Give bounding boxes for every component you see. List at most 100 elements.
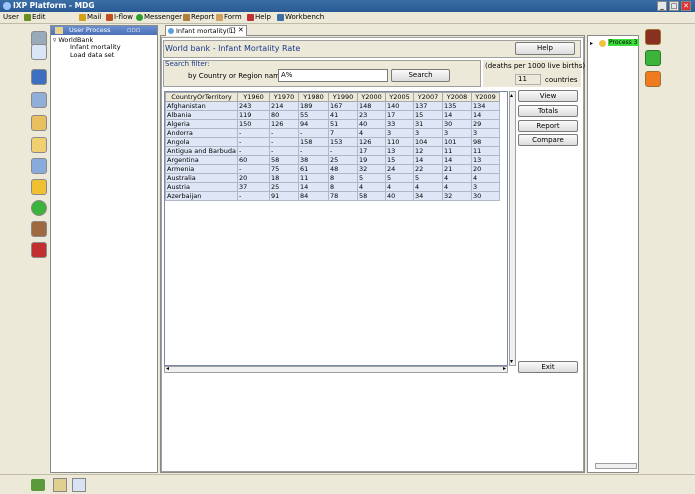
- totals-button[interactable]: Totals: [518, 105, 578, 117]
- value-cell[interactable]: -: [268, 146, 299, 156]
- maximize-button[interactable]: □: [669, 1, 679, 11]
- country-cell[interactable]: Algeria: [165, 119, 238, 129]
- value-cell[interactable]: 243: [236, 101, 270, 111]
- value-cell[interactable]: 150: [236, 119, 270, 129]
- value-cell[interactable]: 17: [384, 110, 414, 120]
- value-cell[interactable]: 60: [236, 155, 270, 165]
- value-cell[interactable]: 84: [297, 191, 329, 201]
- value-cell[interactable]: 126: [268, 119, 299, 129]
- country-cell[interactable]: Antigua and Barbuda: [165, 146, 238, 156]
- country-cell[interactable]: Angola: [165, 137, 238, 147]
- menu-iflow[interactable]: I-flow: [106, 13, 133, 21]
- value-cell[interactable]: -: [327, 146, 358, 156]
- contact-icon[interactable]: [31, 158, 47, 174]
- view-button[interactable]: View: [518, 90, 578, 102]
- value-cell[interactable]: 126: [356, 137, 386, 147]
- column-header[interactable]: Y1980: [297, 92, 329, 102]
- value-cell[interactable]: 94: [297, 119, 329, 129]
- value-cell[interactable]: -: [236, 191, 270, 201]
- value-cell[interactable]: -: [236, 164, 270, 174]
- horizontal-scrollbar[interactable]: ◂ ▸: [164, 365, 508, 373]
- menu-form[interactable]: Form: [216, 13, 242, 21]
- network-icon[interactable]: [31, 69, 47, 85]
- table-row[interactable]: Azerbaijan -91 84 78 58 40 34 32 30: [165, 191, 500, 201]
- menu-help[interactable]: Help: [247, 13, 271, 21]
- value-cell[interactable]: 48: [327, 164, 358, 174]
- value-cell[interactable]: 3: [384, 128, 414, 138]
- table-row[interactable]: Andorra - - -7 4 3 3 3 3: [165, 128, 500, 138]
- column-header[interactable]: Y1990: [327, 92, 358, 102]
- value-cell[interactable]: -: [236, 128, 270, 138]
- value-cell[interactable]: 13: [384, 146, 414, 156]
- chart-icon[interactable]: [645, 50, 661, 66]
- archive-icon[interactable]: [31, 221, 47, 237]
- value-cell[interactable]: 61: [297, 164, 329, 174]
- country-cell[interactable]: Andorra: [165, 128, 238, 138]
- table-row[interactable]: Austria 37 25 14 8 4 4 4 4 3: [165, 182, 500, 192]
- value-cell[interactable]: 30: [470, 191, 500, 201]
- value-cell[interactable]: 11: [297, 173, 329, 183]
- book-icon[interactable]: [645, 29, 661, 45]
- value-cell[interactable]: 37: [236, 182, 270, 192]
- value-cell[interactable]: 98: [470, 137, 500, 147]
- tab-infant-mortality[interactable]: Infant mortality(1) □ ✕: [165, 25, 247, 36]
- process-item[interactable]: Process 3: [608, 39, 639, 46]
- value-cell[interactable]: 21: [441, 164, 472, 174]
- table-row[interactable]: Armenia -75 61 48 32 24 22 21 20: [165, 164, 500, 174]
- value-cell[interactable]: 17: [356, 146, 386, 156]
- value-cell[interactable]: 25: [268, 182, 299, 192]
- value-cell[interactable]: 4: [441, 173, 472, 183]
- users-icon[interactable]: [31, 92, 47, 108]
- value-cell[interactable]: 153: [327, 137, 358, 147]
- value-cell[interactable]: 19: [356, 155, 386, 165]
- value-cell[interactable]: 31: [412, 119, 443, 129]
- shapes-icon[interactable]: [645, 71, 661, 87]
- right-panel-scrollbar[interactable]: [595, 463, 637, 469]
- value-cell[interactable]: 4: [356, 128, 386, 138]
- value-cell[interactable]: 140: [384, 101, 414, 111]
- value-cell[interactable]: 58: [268, 155, 299, 165]
- value-cell[interactable]: 5: [356, 173, 386, 183]
- column-header[interactable]: Y2005: [384, 92, 414, 102]
- menu-edit[interactable]: Edit: [24, 13, 46, 21]
- value-cell[interactable]: 4: [384, 182, 414, 192]
- table-row[interactable]: Antigua and Barbuda - - - -17 13 12 11 11: [165, 146, 500, 156]
- minimize-button[interactable]: _: [657, 1, 667, 11]
- value-cell[interactable]: 167: [327, 101, 358, 111]
- scroll-up-icon[interactable]: ▴: [510, 92, 513, 99]
- close-button[interactable]: ✕: [681, 1, 691, 11]
- value-cell[interactable]: 189: [297, 101, 329, 111]
- value-cell[interactable]: 14: [297, 182, 329, 192]
- search-input[interactable]: A%: [278, 69, 388, 82]
- value-cell[interactable]: 23: [356, 110, 386, 120]
- home-icon[interactable]: [31, 479, 45, 491]
- value-cell[interactable]: 91: [268, 191, 299, 201]
- menu-mail[interactable]: Mail: [79, 13, 101, 21]
- country-cell[interactable]: Austria: [165, 182, 238, 192]
- value-cell[interactable]: 38: [297, 155, 329, 165]
- value-cell[interactable]: 3: [470, 182, 500, 192]
- country-cell[interactable]: Albania: [165, 110, 238, 120]
- value-cell[interactable]: -: [268, 137, 299, 147]
- value-cell[interactable]: -: [236, 146, 270, 156]
- value-cell[interactable]: 4: [441, 182, 472, 192]
- value-cell[interactable]: 55: [297, 110, 329, 120]
- country-cell[interactable]: Armenia: [165, 164, 238, 174]
- value-cell[interactable]: 4: [356, 182, 386, 192]
- table-row[interactable]: Afghanistan 243 214 189 167 148 140 137 135 134: [165, 101, 500, 111]
- value-cell[interactable]: 135: [441, 101, 472, 111]
- value-cell[interactable]: 4: [412, 182, 443, 192]
- value-cell[interactable]: 14: [441, 155, 472, 165]
- value-cell[interactable]: 3: [470, 128, 500, 138]
- help-button[interactable]: Help: [515, 42, 575, 55]
- column-header[interactable]: Y2008: [441, 92, 472, 102]
- menu-report[interactable]: Report: [183, 13, 214, 21]
- column-header[interactable]: Y2000: [356, 92, 386, 102]
- scroll-down-icon[interactable]: ▾: [510, 358, 513, 365]
- security-icon[interactable]: [31, 242, 47, 258]
- value-cell[interactable]: 5: [412, 173, 443, 183]
- value-cell[interactable]: 11: [470, 146, 500, 156]
- value-cell[interactable]: 3: [412, 128, 443, 138]
- value-cell[interactable]: 34: [412, 191, 443, 201]
- country-cell[interactable]: Azerbaijan: [165, 191, 238, 201]
